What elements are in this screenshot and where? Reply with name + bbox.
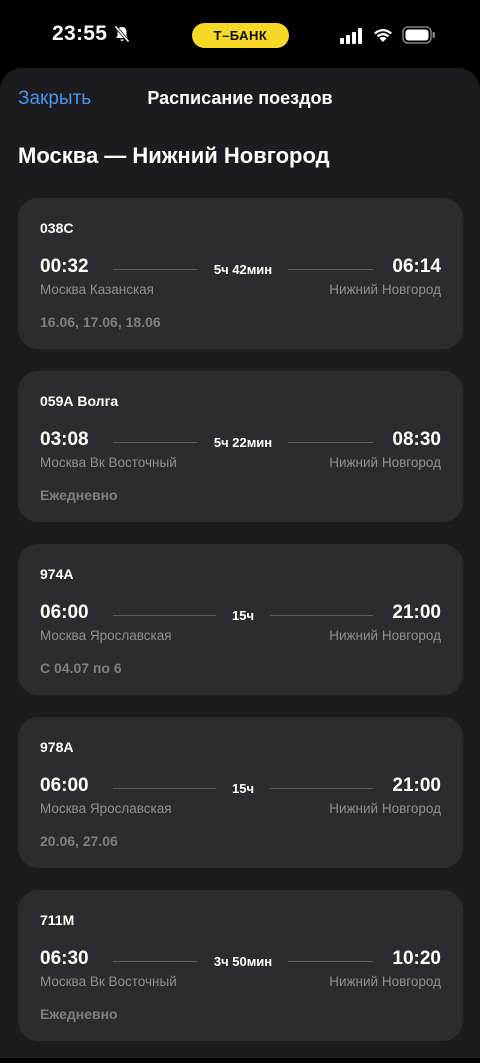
departure-time: 06:30 (40, 948, 89, 969)
travel-duration: 5ч 42мин (213, 261, 273, 277)
running-days: Ежедневно (40, 1006, 118, 1022)
arrival-station: Нижний Новгород (329, 282, 441, 297)
duration-row: 15ч (113, 602, 374, 628)
travel-duration: 15ч (232, 607, 255, 623)
train-number: 978А (40, 739, 74, 755)
route-line (288, 960, 373, 962)
travel-duration: 5ч 22мин (213, 434, 273, 450)
arrival-time: 10:20 (392, 948, 441, 969)
route-line (270, 614, 374, 616)
bank-badge[interactable]: Т–БАНК (192, 23, 289, 48)
duration-row: 15ч (113, 775, 374, 801)
route-line (113, 268, 198, 270)
arrival-time: 06:14 (392, 256, 441, 277)
train-number: 059А Волга (40, 393, 119, 409)
train-number: 038С (40, 220, 74, 236)
arrival-time: 21:00 (392, 775, 441, 796)
route-line (113, 441, 198, 443)
travel-duration: 3ч 50мин (213, 953, 273, 969)
arrival-time: 08:30 (392, 429, 441, 450)
arrival-station: Нижний Новгород (329, 628, 441, 643)
schedule-sheet: Расписание поездов Закрыть Москва — Нижн… (0, 68, 480, 1058)
wifi-icon (374, 29, 392, 42)
running-days: 20.06, 27.06 (40, 833, 118, 849)
status-time: 23:55 (52, 22, 108, 45)
train-number: 711М (40, 912, 75, 928)
arrival-station: Нижний Новгород (329, 801, 441, 816)
close-button[interactable]: Закрыть (18, 88, 91, 110)
arrival-station: Нижний Новгород (329, 455, 441, 470)
departure-station: Москва Ярославская (40, 628, 172, 643)
route-line (113, 614, 216, 616)
battery-icon (402, 26, 435, 44)
duration-row: 5ч 42мин (113, 256, 373, 282)
bell-muted-icon (114, 25, 130, 43)
departure-time: 06:00 (40, 775, 89, 796)
train-card[interactable]: 974А 06:00 15ч 21:00 Москва Ярославская … (18, 544, 463, 695)
duration-row: 5ч 22мин (113, 429, 373, 455)
departure-time: 00:32 (40, 256, 89, 277)
train-number: 974А (40, 566, 74, 582)
duration-row: 3ч 50мин (113, 948, 373, 974)
departure-station: Москва Ярославская (40, 801, 172, 816)
running-days: С 04.07 по 6 (40, 660, 122, 676)
route-title: Москва — Нижний Новгород (18, 143, 330, 168)
train-card[interactable]: 711М 06:30 3ч 50мин 10:20 Москва Вк Вост… (18, 890, 463, 1041)
travel-duration: 15ч (232, 780, 255, 796)
train-list: 038С 00:32 5ч 42мин 06:14 Москва Казанск… (18, 198, 463, 1063)
departure-station: Москва Казанская (40, 282, 154, 297)
running-days: Ежедневно (40, 487, 118, 503)
train-card[interactable]: 038С 00:32 5ч 42мин 06:14 Москва Казанск… (18, 198, 463, 349)
route-line (288, 268, 373, 270)
route-line (270, 787, 374, 789)
train-card[interactable]: 059А Волга 03:08 5ч 22мин 08:30 Москва В… (18, 371, 463, 522)
train-card[interactable]: 978А 06:00 15ч 21:00 Москва Ярославская … (18, 717, 463, 868)
route-line (113, 960, 198, 962)
arrival-station: Нижний Новгород (329, 974, 441, 989)
running-days: 16.06, 17.06, 18.06 (40, 314, 161, 330)
departure-time: 03:08 (40, 429, 89, 450)
route-line (288, 441, 373, 443)
departure-station: Москва Вк Восточный (40, 455, 177, 470)
signal-icon (340, 28, 362, 44)
status-bar: 23:55 Т–БАНК (0, 0, 480, 68)
arrival-time: 21:00 (392, 602, 441, 623)
departure-station: Москва Вк Восточный (40, 974, 177, 989)
route-line (113, 787, 216, 789)
departure-time: 06:00 (40, 602, 89, 623)
